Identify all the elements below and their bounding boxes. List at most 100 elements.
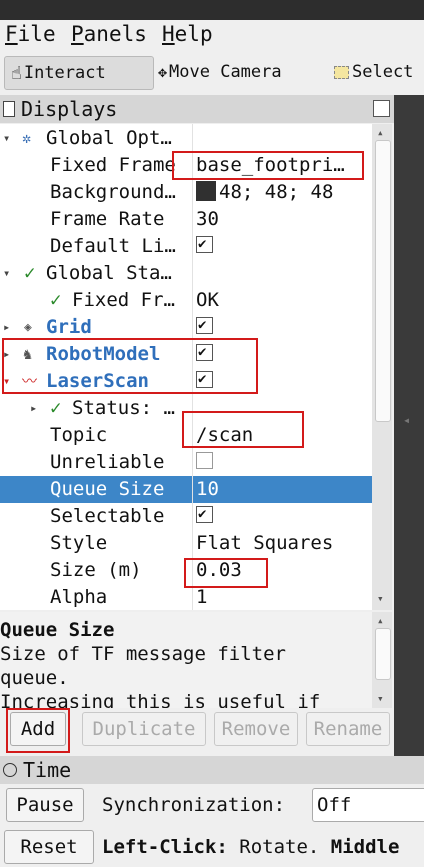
tree-row-label: Style (50, 532, 108, 554)
tree-row-unreliable[interactable]: Unreliable (0, 449, 372, 476)
scroll-down-arrow-icon[interactable]: ▾ (377, 592, 384, 605)
time-panel-title: Time (23, 758, 72, 782)
tree-row-fixed-frame-status[interactable]: ✓ Fixed Fr… OK (0, 287, 372, 314)
collapsed-arrow-icon[interactable]: ▸ (3, 314, 10, 341)
annotation-box-robot-laser (2, 338, 258, 394)
menu-panels-mnemonic: P (71, 22, 84, 46)
status-hint: Left-Click: Rotate. Middle (102, 836, 399, 858)
fixed-frame-status-value: OK (196, 289, 219, 311)
status-hint-key: Left-Click: (102, 836, 228, 858)
scroll-thumb[interactable] (375, 140, 391, 422)
menu-bar: File Panels Help (0, 20, 424, 52)
synchronization-label: Synchronization: (102, 794, 286, 816)
scroll-up-arrow-icon[interactable]: ▴ (377, 126, 384, 139)
clock-icon (3, 763, 17, 777)
duplicate-button[interactable]: Duplicate (82, 712, 206, 746)
hand-pointer-icon: ☝ (11, 62, 22, 84)
menu-help-mnemonic: H (162, 22, 175, 46)
scroll-down-arrow-icon[interactable]: ▾ (377, 692, 384, 705)
unreliable-value (196, 449, 372, 476)
tree-row-label: Alpha (50, 586, 108, 608)
select-rectangle-icon (334, 65, 349, 79)
tree-row-default-light[interactable]: Default Li… (0, 233, 372, 260)
scroll-up-arrow-icon[interactable]: ▴ (377, 614, 384, 627)
interact-tool-button[interactable]: ☝ Interact (4, 56, 154, 90)
annotation-box-fixed-frame (172, 151, 364, 180)
annotation-box-size (184, 558, 268, 588)
collapse-arrow-icon[interactable]: ◂ (403, 413, 410, 427)
selectable-checkbox[interactable] (196, 503, 213, 528)
status-hint-text: Rotate. (227, 836, 331, 858)
tool-bar: ☝ Interact ✥ Move Camera Select (0, 52, 424, 92)
style-value[interactable]: Flat Squares (196, 530, 372, 557)
reset-button[interactable]: Reset (4, 830, 94, 864)
remove-button[interactable]: Remove (214, 712, 298, 746)
annotation-box-add (6, 708, 70, 753)
displays-panel-icon (3, 101, 15, 117)
grid-enabled (196, 314, 372, 341)
tree-row-global-options[interactable]: ▾ ✲ Global Opt… (0, 125, 372, 152)
help-title: Queue Size (0, 619, 115, 641)
tree-row-selectable[interactable]: Selectable (0, 503, 372, 530)
status-ok-check-icon: ✓ (24, 262, 36, 284)
tree-row-label: Background… (50, 181, 176, 203)
status-ok-check-icon: ✓ (50, 397, 62, 419)
tree-row-label: Global Opt… (46, 127, 172, 149)
help-scroll-thumb[interactable] (375, 628, 391, 680)
queue-size-value[interactable]: 10 (196, 476, 372, 503)
time-panel-header: Time (0, 756, 424, 784)
default-light-value (196, 233, 372, 260)
tree-row-label: Fixed Frame (50, 154, 176, 176)
tree-row-style[interactable]: Style Flat Squares (0, 530, 372, 557)
tree-row-label: Size (m) (50, 559, 142, 581)
time-panel-body: Pause Synchronization: Off Reset Left-Cl… (0, 786, 424, 867)
status-ok-check-icon: ✓ (50, 289, 62, 311)
select-tool-button[interactable]: Select (334, 56, 413, 88)
grid-checkbox[interactable] (196, 314, 213, 339)
unreliable-checkbox[interactable] (196, 452, 213, 469)
help-scrollbar[interactable]: ▴ ▾ (372, 612, 392, 708)
background-color-value[interactable]: 48; 48; 48 (196, 179, 372, 206)
expanded-arrow-icon[interactable]: ▾ (3, 125, 10, 152)
displays-panel-title: Displays (21, 97, 118, 121)
move-arrows-icon: ✥ (158, 63, 168, 81)
collapsed-arrow-icon[interactable]: ▸ (30, 395, 37, 422)
tree-row-label: Frame Rate (50, 208, 165, 230)
interact-label: Interact (23, 63, 106, 83)
gear-icon: ✲ (22, 129, 32, 147)
tree-scrollbar[interactable]: ▴ ▾ (372, 124, 392, 610)
selectable-value (196, 503, 372, 530)
select-label: Select (352, 62, 414, 82)
help-line-3: Increasing this is useful if (0, 691, 321, 708)
annotation-box-topic (182, 411, 304, 448)
tree-row-label: Global Sta… (46, 262, 172, 284)
move-camera-tool-button[interactable]: ✥ Move Camera (158, 56, 282, 88)
tree-row-queue-size[interactable]: Queue Size 10 (0, 476, 372, 503)
menu-file[interactable]: File (5, 22, 56, 46)
tree-row-background[interactable]: Background… 48; 48; 48 (0, 179, 372, 206)
tree-row-label: Unreliable (50, 451, 165, 473)
tree-row-global-status[interactable]: ▾ ✓ Global Sta… (0, 260, 372, 287)
frame-rate-value[interactable]: 30 (196, 206, 372, 233)
tree-row-grid[interactable]: ▸ ◈ Grid (0, 314, 372, 341)
render-view-edge: ◂ (394, 95, 424, 756)
rename-button[interactable]: Rename (306, 712, 390, 746)
window-top-strip (0, 0, 424, 20)
panel-float-button[interactable] (373, 100, 390, 117)
move-camera-label: Move Camera (169, 62, 282, 82)
menu-help[interactable]: Help (162, 22, 213, 46)
help-line-2: queue. (0, 667, 69, 689)
grid-icon: ◈ (24, 320, 32, 335)
synchronization-value: Off (317, 794, 352, 816)
menu-panels-label: anels (83, 22, 147, 46)
pause-button[interactable]: Pause (6, 788, 84, 822)
tree-row-frame-rate[interactable]: Frame Rate 30 (0, 206, 372, 233)
default-light-checkbox[interactable] (196, 233, 213, 258)
help-line-1: Size of TF message filter (0, 643, 286, 665)
displays-panel-header: Displays (0, 95, 394, 123)
expanded-arrow-icon[interactable]: ▾ (3, 260, 10, 287)
synchronization-dropdown[interactable]: Off (312, 788, 424, 822)
tree-row-label: Selectable (50, 505, 165, 527)
tree-row-label: Topic (50, 424, 108, 446)
menu-panels[interactable]: Panels (71, 22, 147, 46)
